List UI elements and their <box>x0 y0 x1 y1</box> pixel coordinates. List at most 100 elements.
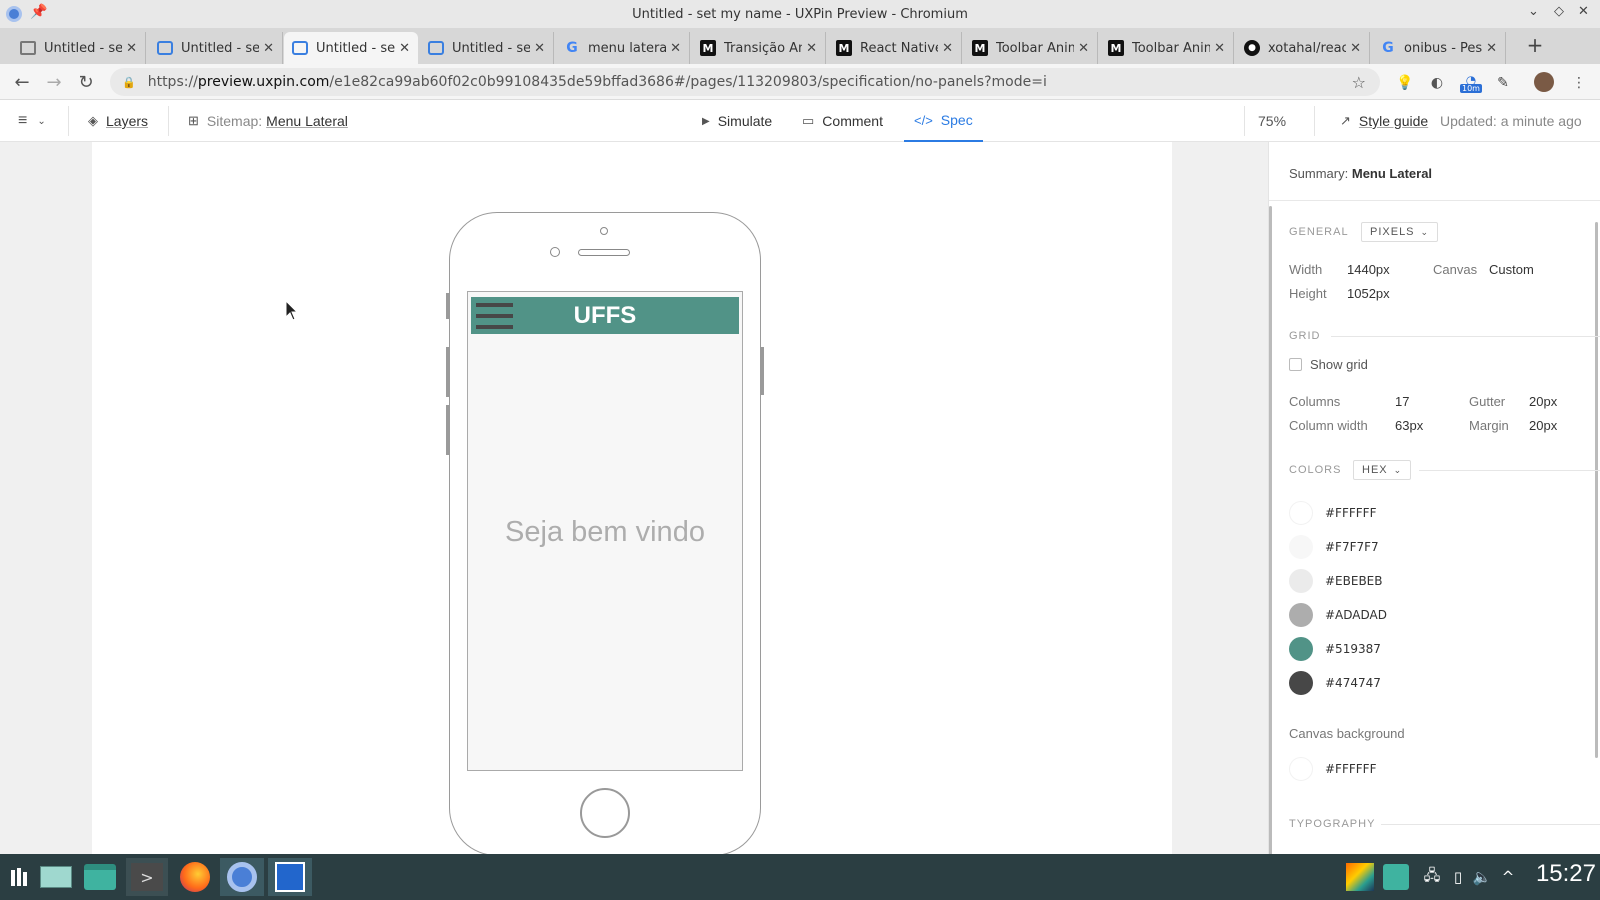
close-tab-icon[interactable]: ✕ <box>942 41 953 56</box>
network-icon[interactable]: 🖧 <box>1420 858 1444 896</box>
chromium-taskbar-icon[interactable] <box>220 858 264 896</box>
new-tab-button[interactable]: + <box>1520 31 1550 59</box>
start-menu-icon[interactable] <box>4 858 34 896</box>
browser-tab[interactable]: M React Native ✕ <box>828 32 962 64</box>
close-tab-icon[interactable]: ✕ <box>1350 41 1361 56</box>
height-value: 1052px <box>1347 286 1390 301</box>
typography-section-label: TYPOGRAPHY <box>1289 818 1376 830</box>
url-bar[interactable]: 🔒 https://preview.uxpin.com/e1e82ca99ab6… <box>110 68 1380 96</box>
reload-icon[interactable]: ↻ <box>74 70 98 94</box>
chromium-icon <box>6 6 22 22</box>
desktop-preview-icon[interactable] <box>38 858 74 896</box>
url-domain: preview.uxpin.com <box>197 74 330 90</box>
browser-tab[interactable]: G menu lateral ✕ <box>556 32 690 64</box>
tray-expand-icon[interactable]: ^ <box>1496 858 1520 896</box>
taskbar-clock[interactable]: 15:27 <box>1536 860 1596 888</box>
style-guide-label: Style guide <box>1358 113 1429 129</box>
panel-scrollbar[interactable] <box>1269 206 1272 854</box>
spec-tab[interactable]: </> Spec <box>904 100 983 142</box>
color-hex: #EBEBEB <box>1325 574 1383 588</box>
browser-tab[interactable]: Untitled - set my name ✕ <box>420 32 554 64</box>
text-editor-icon[interactable] <box>268 858 312 896</box>
color-swatch[interactable] <box>1289 637 1313 661</box>
color-swatch[interactable] <box>1289 569 1313 593</box>
sitemap-button[interactable]: ⊞ Sitemap: Menu Lateral <box>188 100 348 142</box>
margin-value: 20px <box>1529 418 1558 433</box>
close-tab-icon[interactable]: ✕ <box>1486 41 1497 56</box>
show-grid-checkbox[interactable] <box>1289 358 1302 371</box>
minimize-icon[interactable]: ⌄ <box>1528 4 1539 19</box>
phone-volume-down-button <box>446 405 449 455</box>
tab-label: Transição Animada <box>724 40 802 56</box>
timer-extension-icon[interactable]: ◔ 10m <box>1458 72 1484 94</box>
google-icon: G <box>566 40 578 56</box>
updated-status: Updated: a minute ago <box>1440 113 1582 129</box>
clipboard-tray-icon[interactable] <box>1380 858 1412 896</box>
style-guide-button[interactable]: ↗ Style guide <box>1340 100 1428 142</box>
canvas-sheet: UFFS Seja bem vindo <box>92 142 1172 854</box>
comment-button[interactable]: ▭ Comment <box>802 100 883 142</box>
back-icon[interactable]: ← <box>10 70 34 94</box>
close-tab-icon[interactable]: ✕ <box>806 41 817 56</box>
color-swatch[interactable] <box>1289 671 1313 695</box>
panel-scrollbar-inner[interactable] <box>1595 222 1598 758</box>
code-icon: </> <box>914 112 933 128</box>
lightbulb-extension-icon[interactable]: 💡 <box>1394 72 1416 94</box>
close-tab-icon[interactable]: ✕ <box>399 41 410 56</box>
close-tab-icon[interactable]: ✕ <box>1214 41 1225 56</box>
close-window-icon[interactable]: ✕ <box>1578 4 1589 19</box>
terminal-icon[interactable]: > <box>126 858 168 896</box>
chevron-down-icon: ⌄ <box>1420 226 1430 237</box>
browser-tab[interactable]: ● xotahal/react ✕ <box>1236 32 1370 64</box>
width-value: 1440px <box>1347 262 1390 277</box>
unit-select[interactable]: PIXELS ⌄ <box>1361 222 1439 242</box>
browser-tab[interactable]: M Toolbar Animada ✕ <box>1100 32 1234 64</box>
canvas-label: Canvas <box>1433 262 1478 277</box>
color-swatch[interactable] <box>1289 501 1313 525</box>
bookmark-star-icon[interactable]: ☆ <box>1352 73 1366 92</box>
extension-icon[interactable]: ◐ <box>1426 72 1448 94</box>
maximize-icon[interactable]: ◇ <box>1554 4 1564 19</box>
browser-tab[interactable]: M Toolbar Animada ✕ <box>964 32 1098 64</box>
browser-tab[interactable]: Untitled - set my name ✕ <box>12 32 146 64</box>
eyedropper-extension-icon[interactable]: ✎ <box>1492 72 1514 94</box>
avatar[interactable] <box>1534 72 1554 92</box>
layers-button[interactable]: ◈ Layers <box>88 100 148 142</box>
column-width-value: 63px <box>1395 418 1424 433</box>
pin-icon[interactable]: 📌 <box>30 4 47 20</box>
browser-tab-active[interactable]: Untitled - set my name ✕ <box>284 32 418 64</box>
github-icon: ● <box>1244 40 1260 56</box>
simulate-button[interactable]: ▶ Simulate <box>702 100 772 142</box>
tab-label: Untitled - set my name <box>44 40 123 56</box>
close-tab-icon[interactable]: ✕ <box>263 41 274 56</box>
browser-tab[interactable]: Untitled - set my name ✕ <box>149 32 283 64</box>
close-tab-icon[interactable]: ✕ <box>670 41 681 56</box>
comment-label: Comment <box>822 113 883 129</box>
phone-sensor <box>550 247 560 257</box>
phone-screen: UFFS Seja bem vindo <box>467 291 743 771</box>
main-menu-button[interactable]: ≡ ⌄ <box>18 100 46 142</box>
color-swatch[interactable] <box>1289 603 1313 627</box>
device-icon[interactable]: ▯ <box>1446 858 1470 896</box>
file-manager-icon[interactable] <box>80 858 120 896</box>
chevron-down-icon: ⌄ <box>37 115 46 127</box>
general-section-label: GENERAL <box>1289 226 1349 238</box>
forward-icon[interactable]: → <box>42 70 66 94</box>
volume-icon[interactable]: 🔈 <box>1470 858 1494 896</box>
close-tab-icon[interactable]: ✕ <box>126 41 137 56</box>
canvas-background-swatch[interactable] <box>1289 757 1313 781</box>
browser-tab[interactable]: M Transição Animada ✕ <box>692 32 826 64</box>
spec-label: Spec <box>940 112 973 128</box>
app-toolbar: UFFS <box>471 297 739 334</box>
color-format-select[interactable]: HEX ⌄ <box>1353 460 1412 480</box>
window-titlebar: 📌 Untitled - set my name - UXPin Preview… <box>0 0 1600 28</box>
color-swatch[interactable] <box>1289 535 1313 559</box>
mouse-cursor-icon <box>285 300 299 321</box>
browser-tab[interactable]: G onibus - Pesquisa ✕ <box>1372 32 1506 64</box>
zoom-level[interactable]: 75% <box>1258 100 1286 142</box>
close-tab-icon[interactable]: ✕ <box>534 41 545 56</box>
close-tab-icon[interactable]: ✕ <box>1078 41 1089 56</box>
menu-kebab-icon[interactable]: ⋮ <box>1568 72 1590 94</box>
color-app-tray-icon[interactable] <box>1344 858 1376 896</box>
firefox-icon[interactable] <box>174 858 216 896</box>
